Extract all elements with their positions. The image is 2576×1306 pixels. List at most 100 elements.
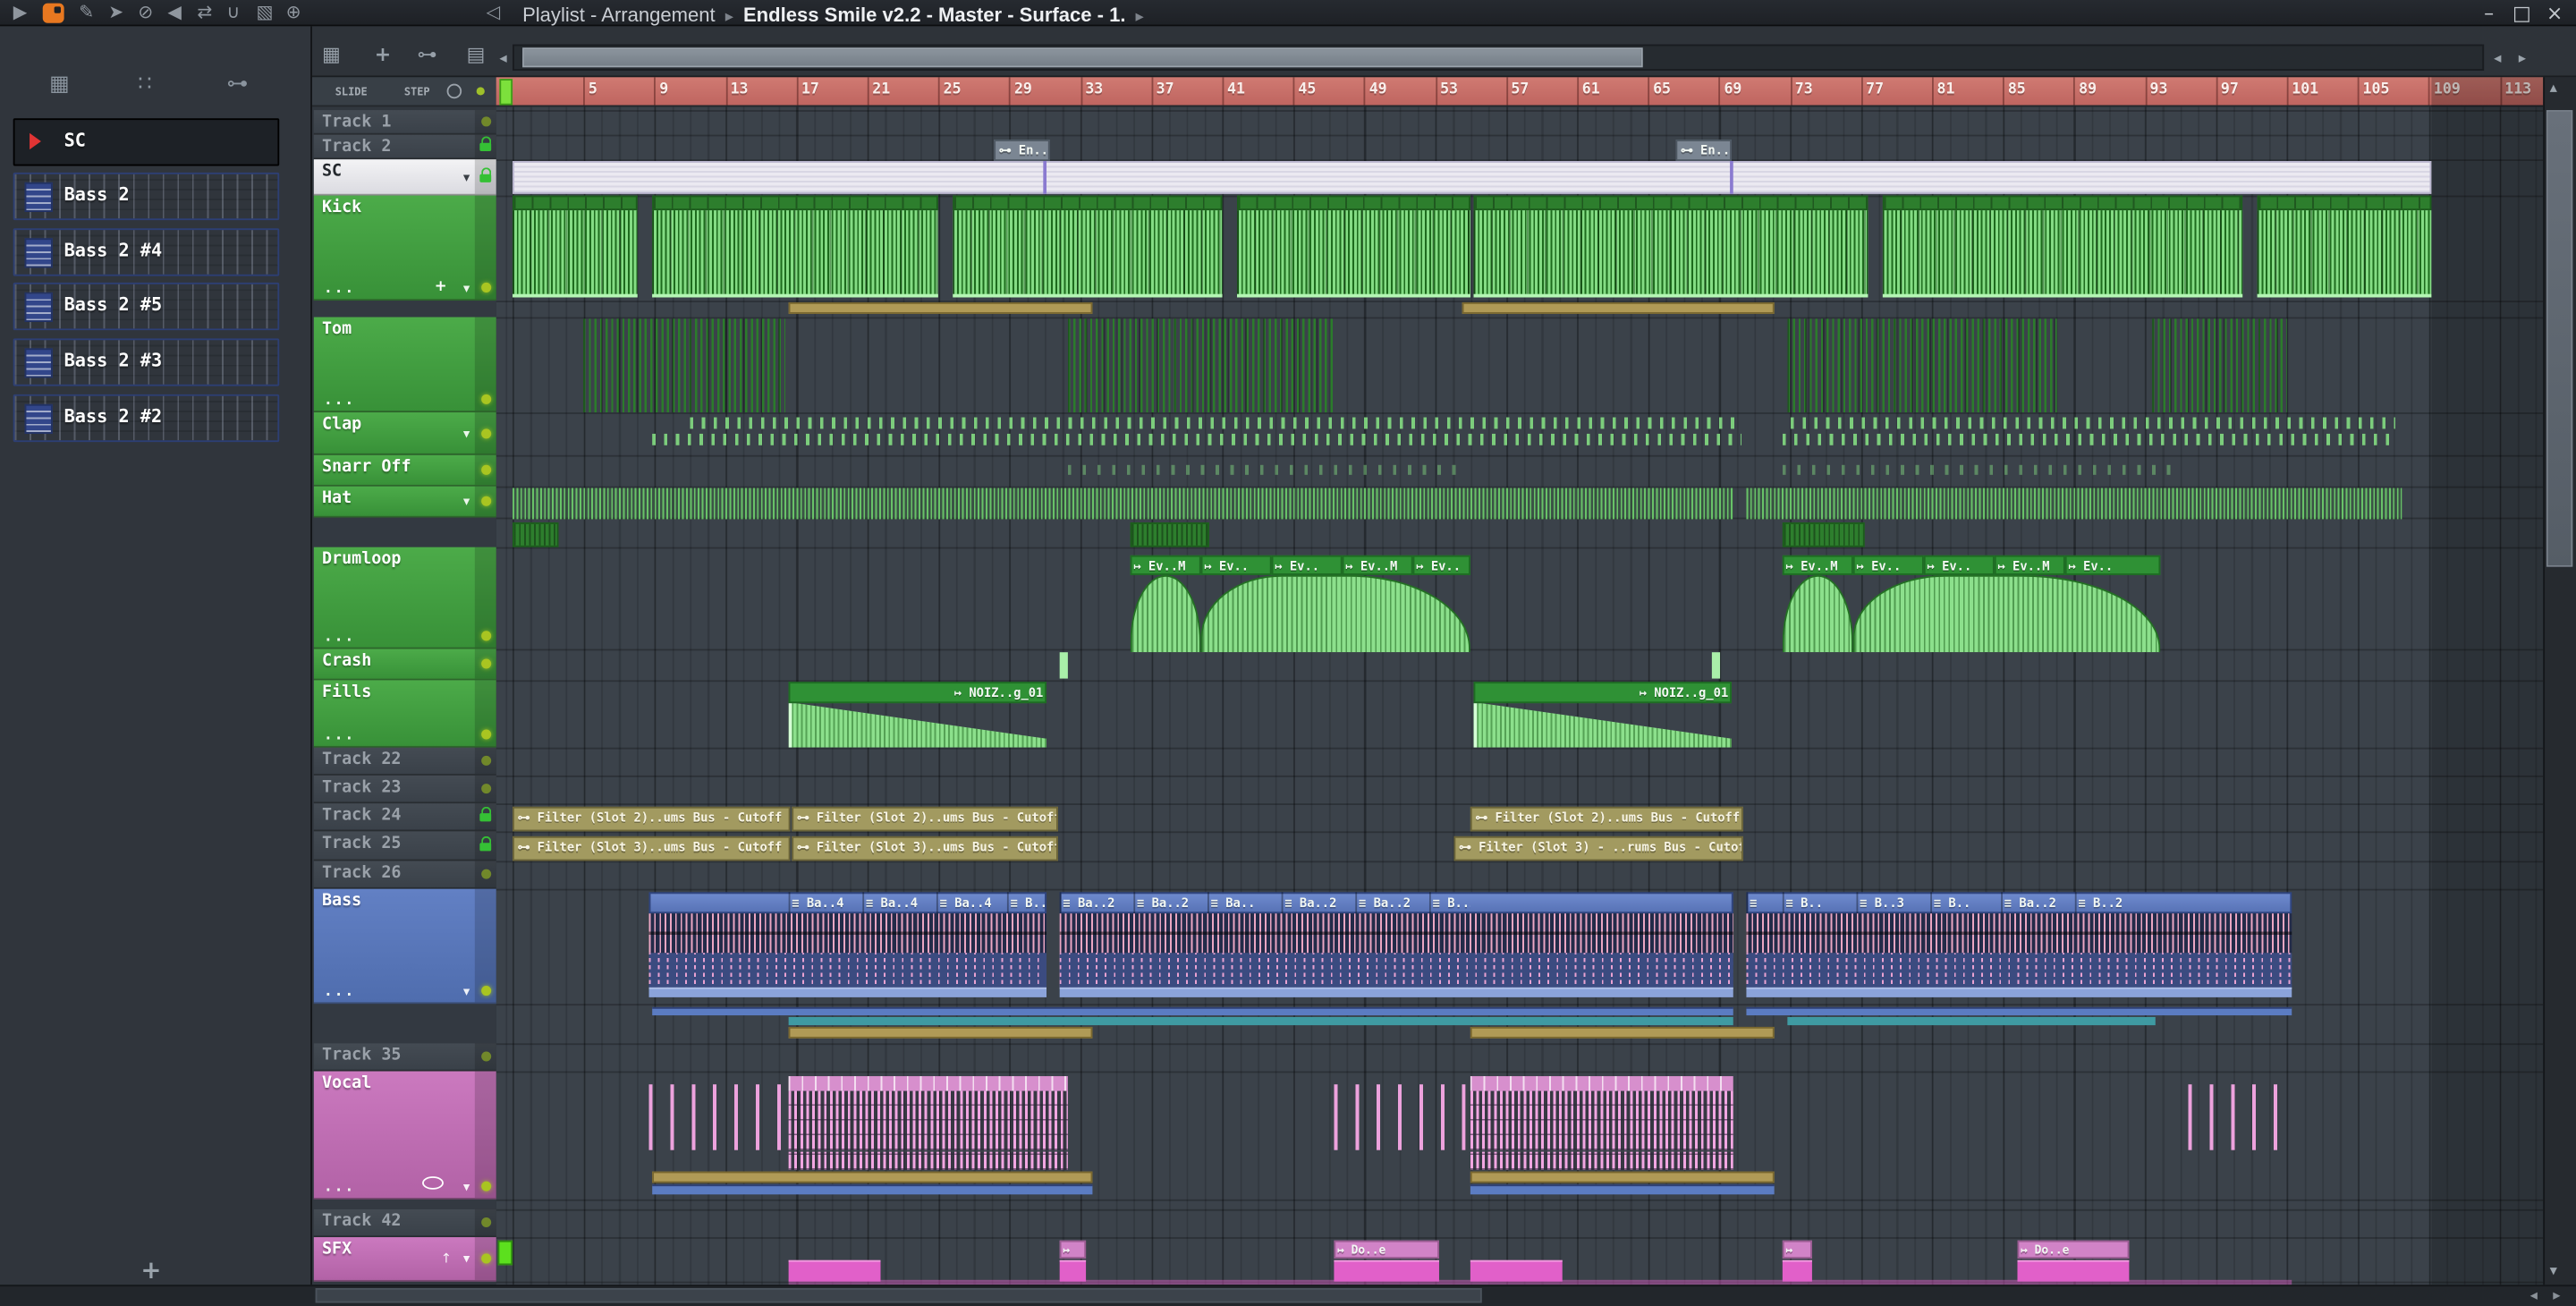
scroll-left-icon[interactable]: ◂ bbox=[499, 51, 506, 67]
no-snap-icon[interactable]: ⊘ bbox=[138, 2, 153, 23]
clip-tan[interactable] bbox=[652, 1171, 1093, 1183]
link-icon[interactable]: ⊶ bbox=[418, 43, 437, 66]
bass-note-dots[interactable] bbox=[648, 953, 1046, 988]
track-header-kick[interactable]: Kick ▾... + bbox=[313, 195, 496, 301]
clip-ev[interactable]: ↦ Ev.. bbox=[1923, 555, 1995, 575]
clip-sb[interactable] bbox=[1059, 1259, 1087, 1282]
clip-tan[interactable] bbox=[788, 301, 1093, 314]
snare-pattern[interactable] bbox=[1782, 464, 2177, 475]
clip-ev[interactable]: ↦ Ev..M bbox=[1130, 555, 1201, 575]
track-led[interactable] bbox=[481, 1253, 492, 1264]
track-options-dots[interactable]: ... bbox=[324, 984, 355, 1000]
clip-ev[interactable]: ↦ Ev..M bbox=[1342, 555, 1413, 575]
filter-automation-clip[interactable]: ⊶ Filter (Slot 2)..ums Bus - Cutoff bbox=[792, 806, 1058, 832]
crash-hit[interactable] bbox=[1711, 652, 1721, 679]
minimize-button[interactable]: – bbox=[2474, 2, 2504, 25]
select-icon[interactable]: ▧ bbox=[257, 2, 274, 23]
track-led[interactable] bbox=[481, 755, 492, 766]
clip-kh[interactable] bbox=[1473, 195, 1868, 211]
clip-stb[interactable] bbox=[1470, 1184, 1775, 1195]
vocal-pattern[interactable] bbox=[788, 1151, 1068, 1170]
clip-kh[interactable] bbox=[2257, 195, 2432, 211]
arrow-up-icon[interactable]: ↑ bbox=[441, 1251, 452, 1267]
hat-pattern[interactable] bbox=[1746, 488, 2402, 520]
draw-icon[interactable]: ✎ bbox=[79, 2, 94, 23]
clap-pattern[interactable] bbox=[1782, 433, 2395, 445]
bass-note-ticks[interactable] bbox=[1059, 913, 1733, 954]
clip-bs[interactable] bbox=[648, 987, 1046, 997]
slide-toggle[interactable] bbox=[476, 87, 485, 96]
clip-bl[interactable]: ≡ B.. bbox=[1930, 892, 2001, 914]
clip-stb[interactable] bbox=[652, 1184, 1093, 1195]
clip-dg[interactable] bbox=[1782, 522, 1865, 547]
clip-ev[interactable]: ↦ Ev.. bbox=[1412, 555, 1470, 575]
clip-kh[interactable] bbox=[652, 195, 938, 211]
clip-ev[interactable]: ↦ Ev.. bbox=[1852, 555, 1924, 575]
scroll-down-icon[interactable]: ▾ bbox=[2550, 1263, 2557, 1279]
kick-audio-clip[interactable] bbox=[652, 210, 938, 298]
play-icon[interactable]: ▶ bbox=[13, 2, 28, 23]
clip-tan[interactable] bbox=[1462, 301, 1775, 314]
clip-ev[interactable]: ↦ Ev..M bbox=[1994, 555, 2065, 575]
filter-automation-clip[interactable]: ⊶ Filter (Slot 3) - ..rums Bus - Cutoff bbox=[1453, 835, 1743, 861]
track-options-dots[interactable]: ... bbox=[324, 629, 355, 645]
clap-pattern[interactable] bbox=[690, 417, 1741, 429]
kick-audio-clip[interactable] bbox=[513, 210, 638, 298]
zoom-scrollbar-thumb[interactable] bbox=[522, 47, 1643, 68]
kick-audio-clip[interactable] bbox=[953, 210, 1223, 298]
clip-bl[interactable]: ≡ B..3 bbox=[1856, 892, 1931, 914]
kick-audio-clip[interactable] bbox=[2257, 210, 2432, 298]
picker-panel-icon[interactable]: ▦ bbox=[49, 72, 70, 98]
maximize-button[interactable]: □ bbox=[2507, 2, 2537, 25]
clip-ev[interactable]: ↦ Ev..M bbox=[1782, 555, 1853, 575]
zoom-icon[interactable]: ⊕ bbox=[286, 2, 301, 23]
track-led[interactable] bbox=[481, 784, 492, 794]
chevron-down-icon[interactable]: ▾ bbox=[463, 1251, 470, 1267]
chevron-down-icon[interactable]: ▾ bbox=[463, 1180, 470, 1195]
track-led[interactable] bbox=[481, 496, 492, 506]
lock-icon[interactable] bbox=[479, 835, 492, 851]
track-options-dots[interactable]: ... bbox=[324, 393, 355, 409]
track-header-track-42[interactable]: Track 42 bbox=[313, 1208, 496, 1238]
track-header-bass[interactable]: Bass ▾... bbox=[313, 888, 496, 1005]
track-led[interactable] bbox=[481, 729, 492, 740]
clip-scdiv[interactable] bbox=[1730, 160, 1733, 194]
magnet-icon[interactable]: ∪ bbox=[226, 2, 240, 23]
hat-pattern[interactable] bbox=[513, 488, 1733, 520]
scroll-left-icon[interactable]: ◂ bbox=[2494, 51, 2501, 67]
automation-clip-en[interactable]: ⊶ En.. bbox=[1675, 140, 1732, 161]
track-control-icon[interactable]: + bbox=[435, 279, 447, 295]
track-header-sc[interactable]: SC ▾ bbox=[313, 159, 496, 196]
clip-dg[interactable] bbox=[513, 522, 559, 547]
chevron-down-icon[interactable]: ▾ bbox=[463, 494, 470, 509]
clip-sb[interactable] bbox=[1334, 1259, 1439, 1282]
bass-note-dots[interactable] bbox=[1746, 953, 2292, 988]
track-led[interactable] bbox=[481, 1181, 492, 1192]
vocal-pattern[interactable] bbox=[1470, 1090, 1733, 1150]
speaker-icon[interactable]: ◁ bbox=[487, 2, 501, 23]
clap-pattern[interactable] bbox=[652, 433, 1741, 445]
kick-audio-clip[interactable] bbox=[1882, 210, 2243, 298]
clip-bl[interactable]: ≡ Ba..2 bbox=[1059, 892, 1134, 914]
track-options-dots[interactable]: ... bbox=[324, 281, 355, 297]
pattern-item-sc[interactable]: SC bbox=[13, 118, 280, 166]
tom-clip[interactable] bbox=[2152, 318, 2287, 413]
clip-tan[interactable] bbox=[1470, 1026, 1775, 1039]
tom-clip[interactable] bbox=[1787, 318, 2057, 413]
clip-kh[interactable] bbox=[1237, 195, 1470, 211]
automation-clip-en[interactable]: ⊶ En.. bbox=[994, 140, 1050, 161]
track-header-track-23[interactable]: Track 23 bbox=[313, 775, 496, 804]
vocal-pattern[interactable] bbox=[1470, 1151, 1733, 1170]
track-led[interactable] bbox=[481, 1051, 492, 1062]
vocal-pattern[interactable] bbox=[648, 1084, 789, 1150]
track-header-sfx[interactable]: SFX ▾ ↑ bbox=[313, 1237, 496, 1282]
clip-ev[interactable]: ↦ Ev.. bbox=[1200, 555, 1272, 575]
clip-ev[interactable]: ↦ Ev.. bbox=[2064, 555, 2161, 575]
clip-bl[interactable]: ≡ B.. bbox=[1782, 892, 1857, 914]
scroll-right-icon[interactable]: ▸ bbox=[2553, 1288, 2560, 1304]
clip-kh[interactable] bbox=[513, 195, 638, 211]
add-pattern-button[interactable]: + bbox=[135, 1255, 168, 1288]
bass-note-ticks[interactable] bbox=[1746, 913, 2292, 954]
track-led[interactable] bbox=[481, 428, 492, 438]
vocal-pattern[interactable] bbox=[2188, 1084, 2294, 1150]
